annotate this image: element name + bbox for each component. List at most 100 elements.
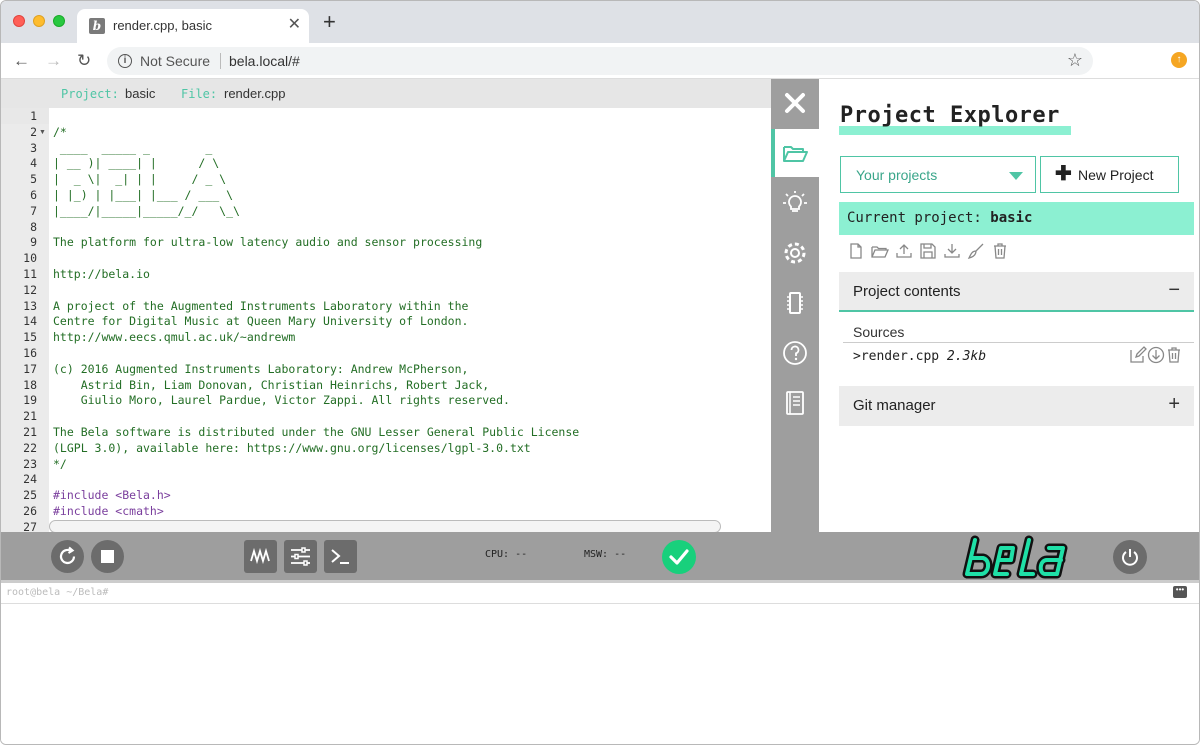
omnibox[interactable]: i Not Secure bela.local/# ☆ [107, 47, 1093, 75]
forward-arrow-icon[interactable]: → [45, 51, 62, 71]
minimize-window-button[interactable] [33, 15, 45, 27]
line-number: 19 [23, 393, 37, 408]
code-line[interactable]: */ [53, 457, 67, 471]
code-line[interactable]: /* [53, 125, 67, 139]
current-project-bar: Current project: basic [839, 202, 1194, 235]
power-icon [1122, 549, 1138, 566]
line-number: 18 [23, 377, 37, 392]
code-line[interactable]: Astrid Bin, Liam Donovan, Christian Hein… [53, 378, 490, 392]
restart-icon [59, 546, 76, 565]
expand-icon[interactable]: + [1168, 393, 1180, 415]
bela-logo [962, 535, 1068, 579]
browser-tab[interactable]: b render.cpp, basic ✕ [77, 9, 309, 43]
sources-label: Sources [853, 324, 905, 340]
git-manager-header[interactable]: Git manager + [839, 386, 1194, 426]
code-editor[interactable]: /* ____ _____ _ _ | __ )| ____| | / \ | _ … [49, 108, 771, 532]
tab-documentation[interactable] [771, 379, 819, 427]
code-line[interactable]: ____ _____ _ _ [53, 141, 212, 155]
bela-favicon-icon: b [89, 18, 105, 34]
file-download-icon[interactable] [1147, 346, 1165, 364]
code-line[interactable]: | |_) | |___| |___ / ___ \ [53, 188, 233, 202]
code-line[interactable]: | __ )| ____| | / \ [53, 156, 219, 170]
code-line[interactable]: (LGPL 3.0), available here: https://www.… [53, 441, 531, 455]
open-folder-icon[interactable] [871, 242, 889, 260]
reload-icon[interactable]: ↻ [77, 51, 91, 71]
extension-update-icon[interactable]: ↑ [1171, 52, 1187, 68]
oscilloscope-button[interactable] [244, 540, 277, 573]
file-label: File: [181, 87, 218, 101]
save-icon[interactable] [919, 242, 937, 260]
bookmark-star-icon[interactable]: ☆ [1067, 50, 1083, 71]
line-number: 10 [23, 251, 37, 266]
tab-project-explorer[interactable] [771, 129, 819, 177]
tab-title: render.cpp, basic [113, 18, 213, 33]
terminal-button[interactable] [324, 540, 357, 573]
current-project-label: Current project: basic [847, 210, 1032, 226]
clean-brush-icon[interactable] [967, 242, 985, 260]
project-name: basic [125, 86, 156, 101]
url-text[interactable]: bela.local/# [229, 53, 300, 69]
collapse-icon[interactable]: − [1168, 279, 1180, 301]
line-number-gutter: 1 2 ▼ 3 4 5 6 7 8 9 10 11 12 13 14 15 16 17 18 19 21 21 22 23 24… [1, 108, 771, 534]
checkmark-icon [669, 549, 689, 565]
file-item-render-cpp[interactable]: >render.cpp 2.3kb [853, 349, 986, 364]
close-panel-button[interactable] [771, 79, 819, 127]
code-line[interactable]: http://bela.io [53, 267, 150, 281]
maximize-window-button[interactable] [53, 15, 65, 27]
code-line[interactable]: The platform for ultra-low latency audio… [53, 235, 482, 249]
new-file-icon[interactable] [847, 242, 865, 260]
stop-button[interactable] [91, 540, 124, 573]
tab-board-info[interactable] [771, 279, 819, 327]
bottom-toolbar: CPU: -- MSW: -- [1, 532, 1199, 580]
new-tab-button[interactable]: + [323, 11, 336, 33]
console-panel[interactable]: root@bela ~/Bela# ••• [1, 580, 1199, 744]
msw-readout: MSW: -- [584, 549, 627, 560]
code-line[interactable]: Centre for Digital Music at Queen Mary U… [53, 314, 468, 328]
console-prompt: root@bela ~/Bela# [6, 587, 109, 598]
projects-select[interactable]: Your projects [840, 156, 1036, 193]
code-line[interactable]: (c) 2016 Augmented Instruments Laborator… [53, 362, 468, 376]
console-divider [1, 603, 1199, 604]
code-line[interactable]: |____/|_____|_____/_/ \_\ [53, 204, 240, 218]
line-number: 7 [30, 203, 37, 218]
close-window-button[interactable] [13, 15, 25, 27]
console-menu-icon[interactable]: ••• [1173, 586, 1187, 598]
tab-help[interactable] [771, 329, 819, 377]
tab-settings[interactable] [771, 229, 819, 277]
code-line[interactable]: http://www.eecs.qmul.ac.uk/~andrewm [53, 330, 295, 344]
code-line[interactable]: #include <cmath> [53, 504, 164, 518]
trash-icon[interactable] [991, 242, 1009, 260]
tab-examples[interactable] [771, 179, 819, 227]
code-line[interactable]: A project of the Augmented Instruments L… [53, 299, 468, 313]
line-number: 21 [23, 409, 37, 424]
line-number: 14 [23, 314, 37, 329]
current-project-prefix: Current project: [847, 210, 982, 226]
line-number: 15 [23, 330, 37, 345]
run-button[interactable] [51, 540, 84, 573]
sliders-icon [291, 547, 310, 566]
control-panel-button[interactable] [284, 540, 317, 573]
rename-edit-icon[interactable] [1129, 346, 1147, 364]
omnibox-divider [220, 53, 221, 69]
code-line[interactable]: #include <Bela.h> [53, 488, 171, 502]
back-arrow-icon[interactable]: ← [13, 51, 30, 71]
shutdown-button[interactable] [1113, 540, 1147, 574]
fold-arrow-icon[interactable]: ▼ [39, 129, 46, 136]
side-tab-bar [771, 79, 819, 532]
file-delete-icon[interactable] [1165, 346, 1183, 364]
upload-icon[interactable] [895, 242, 913, 260]
download-icon[interactable] [943, 242, 961, 260]
info-icon[interactable]: i [118, 54, 132, 68]
line-number: 5 [30, 172, 37, 187]
code-line[interactable]: The Bela software is distributed under t… [53, 425, 579, 439]
file-name: render.cpp [224, 86, 286, 101]
code-line[interactable]: | _ \| _| | | / _ \ [53, 172, 226, 186]
editor-header: Project: basic File: render.cpp [1, 79, 771, 108]
projects-select-value: Your projects [856, 167, 938, 183]
code-line[interactable]: Giulio Moro, Laurel Pardue, Victor Zappi… [53, 393, 510, 407]
tab-close-icon[interactable]: ✕ [288, 16, 301, 34]
build-status-indicator[interactable] [662, 540, 696, 574]
line-number: 11 [23, 267, 37, 281]
project-contents-header[interactable]: Project contents − [839, 272, 1194, 312]
new-project-button[interactable]: ✚ New Project [1040, 156, 1179, 193]
